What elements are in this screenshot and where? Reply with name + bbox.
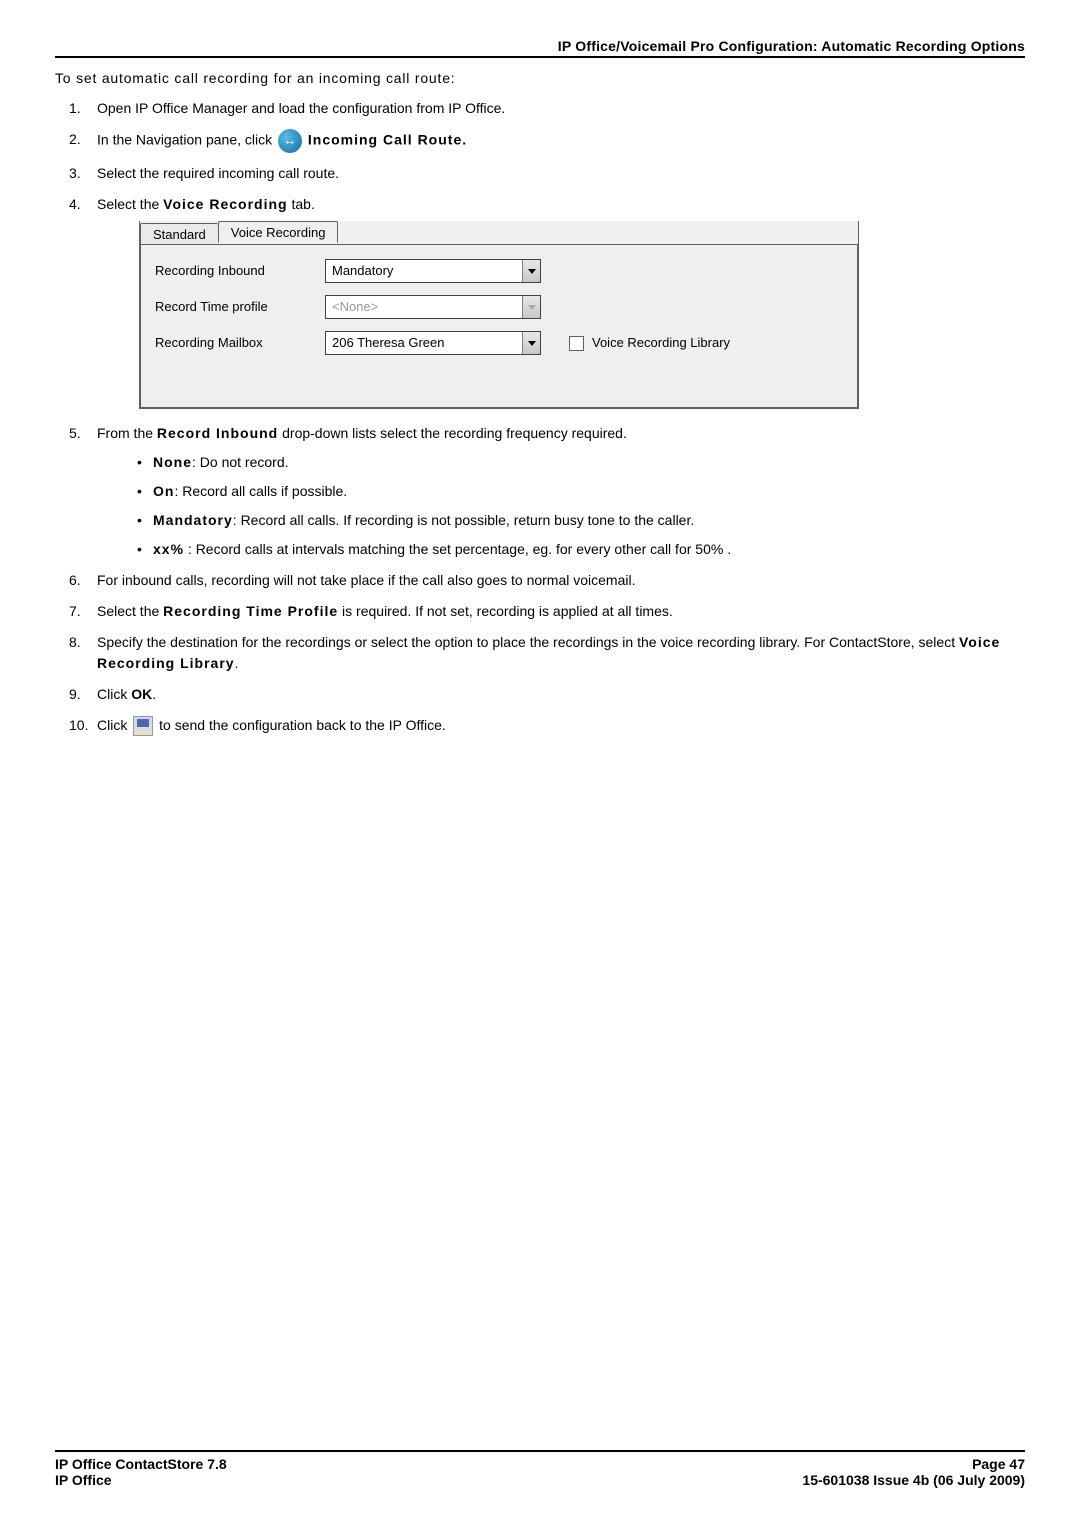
checkbox-voice-recording-library-label: Voice Recording Library (592, 333, 730, 353)
step-9-prefix: Click (97, 686, 131, 702)
step-1: Open IP Office Manager and load the conf… (97, 98, 1025, 119)
step-10-prefix: Click (97, 717, 131, 733)
sub-none-label: None (153, 454, 192, 470)
footer-left: IP Office ContactStore 7.8 IP Office (55, 1456, 227, 1488)
dropdown-recording-inbound[interactable]: Mandatory (325, 259, 541, 283)
label-record-time-profile: Record Time profile (155, 297, 325, 317)
checkbox-voice-recording-library[interactable]: Voice Recording Library (569, 333, 730, 353)
step-4-suffix: tab. (288, 196, 315, 212)
step-5-suffix: drop-down lists select the recording fre… (278, 425, 627, 441)
sub-mandatory-text: : Record all calls. If recording is not … (233, 512, 694, 528)
step-4: Select the Voice Recording tab. Standard… (97, 194, 1025, 409)
step-2: In the Navigation pane, click Incoming C… (97, 129, 1025, 153)
footer-page: Page 47 (802, 1456, 1025, 1472)
tab-voice-recording-label: Voice Recording (231, 223, 326, 243)
sub-none: None: Do not record. (137, 452, 1025, 473)
intro-text: To set automatic call recording for an i… (55, 70, 1025, 86)
tab-standard-label: Standard (153, 225, 206, 245)
sub-on-label: On (153, 483, 174, 499)
sub-mandatory: Mandatory: Record all calls. If recordin… (137, 510, 1025, 531)
footer-right: Page 47 15-601038 Issue 4b (06 July 2009… (802, 1456, 1025, 1488)
footer-issue: 15-601038 Issue 4b (06 July 2009) (802, 1472, 1025, 1488)
step-8: Specify the destination for the recordin… (97, 632, 1025, 674)
voice-recording-panel: Standard Voice Recording Recording Inbou… (139, 221, 859, 409)
step-2-suffix: Incoming Call Route. (308, 132, 467, 148)
row-recording-mailbox: Recording Mailbox 206 Theresa Green Voic… (155, 331, 843, 355)
step-3: Select the required incoming call route. (97, 163, 1025, 184)
dropdown-recording-inbound-value: Mandatory (326, 261, 522, 281)
step-8-prefix: Specify the destination for the recordin… (97, 634, 959, 650)
incoming-call-route-icon (278, 129, 302, 153)
step-8-suffix: . (235, 655, 239, 671)
step-4-prefix: Select the (97, 196, 163, 212)
chevron-down-icon[interactable] (522, 260, 540, 282)
step-5: From the Record Inbound drop-down lists … (97, 423, 1025, 560)
step-7-suffix: is required. If not set, recording is ap… (338, 603, 673, 619)
step-7-prefix: Select the (97, 603, 163, 619)
sub-on-text: : Record all calls if possible. (174, 483, 347, 499)
dropdown-record-time-profile-value: <None> (326, 297, 522, 317)
step-5-bold: Record Inbound (157, 425, 278, 441)
step-10-suffix: to send the configuration back to the IP… (159, 717, 446, 733)
chevron-down-icon (522, 296, 540, 318)
panel-body: Recording Inbound Mandatory Record Time … (140, 245, 858, 408)
label-recording-inbound: Recording Inbound (155, 261, 325, 281)
step-1-text: Open IP Office Manager and load the conf… (97, 100, 505, 116)
step-7: Select the Recording Time Profile is req… (97, 601, 1025, 622)
sub-xx-label: xx% (153, 541, 184, 557)
sub-none-text: : Do not record. (192, 454, 289, 470)
sub-mandatory-label: Mandatory (153, 512, 233, 528)
step-9-bold: OK (131, 686, 152, 702)
sub-xx-text: : Record calls at intervals matching the… (184, 541, 731, 557)
step-9-suffix: . (152, 686, 156, 702)
footer-product: IP Office ContactStore 7.8 (55, 1456, 227, 1472)
sub-on: On: Record all calls if possible. (137, 481, 1025, 502)
footer-brand: IP Office (55, 1472, 227, 1488)
step-5-prefix: From the (97, 425, 157, 441)
step-9: Click OK. (97, 684, 1025, 705)
checkbox-box-icon[interactable] (569, 336, 584, 351)
page-header: IP Office/Voicemail Pro Configuration: A… (55, 38, 1025, 58)
step-4-bold: Voice Recording (163, 196, 287, 212)
step-6-text: For inbound calls, recording will not ta… (97, 572, 636, 588)
dropdown-recording-mailbox-value: 206 Theresa Green (326, 333, 522, 353)
tab-standard[interactable]: Standard (140, 223, 218, 244)
dropdown-recording-mailbox[interactable]: 206 Theresa Green (325, 331, 541, 355)
row-record-time-profile: Record Time profile <None> (155, 295, 843, 319)
tab-voice-recording[interactable]: Voice Recording (218, 221, 339, 243)
chevron-down-icon[interactable] (522, 332, 540, 354)
label-recording-mailbox: Recording Mailbox (155, 333, 325, 353)
page-footer: IP Office ContactStore 7.8 IP Office Pag… (55, 1450, 1025, 1488)
dropdown-record-time-profile: <None> (325, 295, 541, 319)
step-6: For inbound calls, recording will not ta… (97, 570, 1025, 591)
tabs-bar: Standard Voice Recording (140, 221, 858, 245)
sub-xx: xx% : Record calls at intervals matching… (137, 539, 1025, 560)
step-3-text: Select the required incoming call route. (97, 165, 339, 181)
step-10: Click to send the configuration back to … (97, 715, 1025, 736)
row-recording-inbound: Recording Inbound Mandatory (155, 259, 843, 283)
save-icon (133, 716, 153, 736)
step-2-prefix: In the Navigation pane, click (97, 132, 276, 148)
step-7-bold: Recording Time Profile (163, 603, 338, 619)
